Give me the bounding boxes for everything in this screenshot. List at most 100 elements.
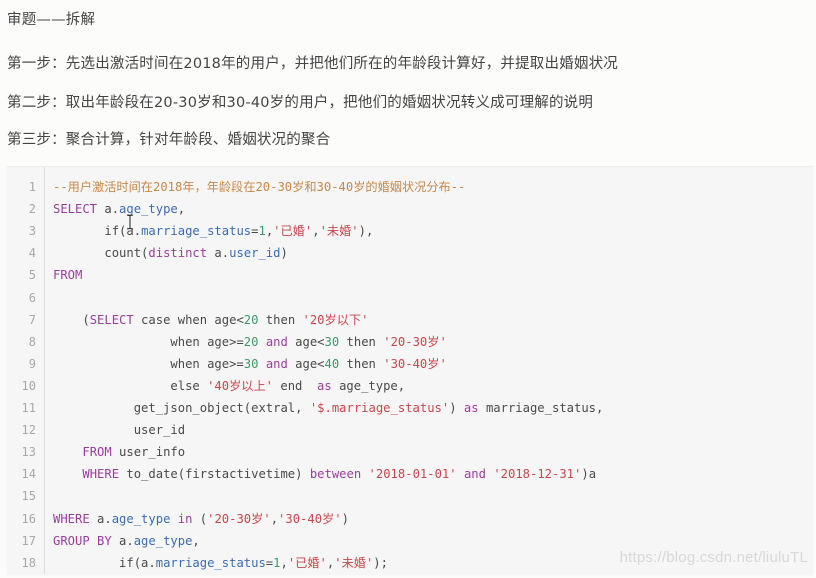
section-heading: 审题——拆解 bbox=[7, 12, 96, 28]
code-line: 6 bbox=[7, 287, 813, 309]
code-line: 7 (SELECT case when age<20 then '20岁以下' bbox=[7, 309, 813, 331]
line-number: 14 bbox=[21, 467, 36, 482]
code-text: ) bbox=[280, 246, 288, 261]
code-text: when age>= bbox=[53, 356, 244, 371]
code-keyword: in bbox=[177, 511, 193, 526]
line-number: 7 bbox=[28, 312, 36, 327]
watermark: https://blog.csdn.net/liuluTL bbox=[619, 549, 808, 566]
code-comment: --用户激活时间在2018年，年龄段在20-30岁和30-40岁的婚姻状况分布-… bbox=[53, 180, 466, 194]
code-text: )a bbox=[581, 467, 597, 482]
code-text: count( bbox=[53, 246, 149, 261]
code-number: 40 bbox=[324, 356, 340, 371]
code-text: marriage_status, bbox=[478, 401, 604, 415]
code-identifier: age_type bbox=[111, 511, 171, 526]
code-keyword: as bbox=[463, 401, 479, 415]
step-2-text: 第二步：取出年龄段在20-30岁和30-40岁的用户，把他们的婚姻状况转义成可理… bbox=[7, 95, 594, 111]
code-keyword: between bbox=[309, 467, 362, 482]
code-source: if(a.marriage_status=1,'已婚','未婚'); bbox=[53, 552, 388, 574]
code-text: end bbox=[273, 378, 318, 393]
code-source: (SELECT case when age<20 then '20岁以下' bbox=[53, 309, 368, 331]
code-keyword: FROM bbox=[82, 445, 112, 460]
code-text: then bbox=[339, 334, 384, 349]
code-keyword: distinct bbox=[148, 246, 208, 261]
code-text: , bbox=[270, 511, 279, 526]
code-keyword: WHERE bbox=[53, 511, 90, 526]
code-text: user_id bbox=[53, 423, 186, 438]
code-string: '2018-01-01' bbox=[368, 467, 457, 482]
line-number: 1 bbox=[28, 180, 36, 194]
code-string: '未婚' bbox=[334, 555, 374, 570]
code-keyword: GROUP BY bbox=[53, 533, 112, 548]
code-text: age< bbox=[287, 334, 325, 349]
line-number: 3 bbox=[28, 224, 36, 239]
code-line: 12 user_id bbox=[7, 419, 813, 441]
code-text: , bbox=[192, 533, 200, 548]
code-text: to_date(firstactivetime) bbox=[119, 467, 310, 482]
code-text: case when age< bbox=[133, 312, 244, 327]
line-number: 9 bbox=[28, 356, 36, 371]
code-line: 5 FROM bbox=[7, 264, 813, 286]
code-source: --用户激活时间在2018年，年龄段在20-30岁和30-40岁的婚姻状况分布-… bbox=[53, 176, 465, 198]
code-text: ) bbox=[341, 511, 349, 526]
line-number: 18 bbox=[21, 555, 36, 570]
code-text: when age>= bbox=[53, 334, 244, 349]
code-line: 4 count(distinct a.user_id) bbox=[7, 242, 813, 264]
code-keyword: SELECT bbox=[89, 312, 134, 327]
code-source: FROM user_info bbox=[53, 441, 185, 463]
line-number: 8 bbox=[28, 334, 36, 349]
code-source: get_json_object(extral, '$.marriage_stat… bbox=[53, 397, 604, 419]
code-text: then bbox=[339, 356, 384, 371]
code-text: then bbox=[258, 312, 303, 327]
code-text: a. bbox=[97, 202, 120, 217]
code-text: a. bbox=[111, 533, 134, 548]
code-source: user_id bbox=[53, 419, 185, 441]
code-string: '已婚' bbox=[287, 555, 327, 570]
code-text: age_type, bbox=[331, 378, 406, 393]
code-text: ( bbox=[53, 312, 90, 327]
code-text: age< bbox=[287, 356, 325, 371]
code-source: else '40岁以上' end as age_type, bbox=[53, 375, 405, 397]
line-number: 2 bbox=[28, 202, 36, 217]
code-text: a. bbox=[89, 511, 112, 526]
line-number: 13 bbox=[21, 445, 36, 460]
code-source: count(distinct a.user_id) bbox=[53, 242, 288, 264]
code-source: GROUP BY a.age_type, bbox=[53, 530, 200, 552]
step-1-text: 第一步：先选出激活时间在2018年的用户，并把他们所在的年龄段计算好，并提取出婚… bbox=[7, 56, 618, 72]
code-text: , bbox=[312, 224, 320, 239]
code-identifier: age_type bbox=[133, 533, 193, 548]
code-string: '30-40岁' bbox=[278, 511, 342, 526]
code-identifier: user_id bbox=[229, 246, 281, 261]
code-source: SELECT a.age_type, bbox=[53, 198, 185, 220]
code-identifier: marriage_status bbox=[141, 224, 252, 239]
line-number: 4 bbox=[28, 246, 36, 261]
line-number: 12 bbox=[21, 423, 36, 438]
line-number: 10 bbox=[21, 378, 36, 393]
code-identifier: marriage_status bbox=[155, 555, 266, 570]
code-line: 13 FROM user_info bbox=[7, 441, 813, 463]
code-string: '2018-12-31' bbox=[493, 467, 582, 482]
code-text: get_json_object(extral, bbox=[53, 401, 310, 415]
code-text: ) bbox=[449, 401, 464, 415]
code-line: 1 --用户激活时间在2018年，年龄段在20-30岁和30-40岁的婚姻状况分布… bbox=[7, 176, 813, 198]
code-keyword: WHERE bbox=[82, 467, 120, 482]
code-text: ); bbox=[373, 555, 388, 570]
code-text: , bbox=[280, 555, 288, 570]
code-number: 30 bbox=[243, 356, 259, 371]
line-number: 6 bbox=[28, 290, 36, 305]
code-string: '40岁以上' bbox=[207, 378, 274, 393]
code-string: '30-40岁' bbox=[383, 356, 447, 371]
code-source: WHERE to_date(firstactivetime) between '… bbox=[53, 463, 596, 485]
code-text: user_info bbox=[111, 445, 186, 460]
code-keyword: SELECT bbox=[53, 202, 98, 217]
code-text: ), bbox=[358, 224, 374, 239]
line-number: 11 bbox=[21, 401, 36, 415]
code-source: WHERE a.age_type in ('20-30岁','30-40岁') bbox=[53, 508, 349, 530]
code-text: ( bbox=[192, 511, 208, 526]
code-string: '20岁以下' bbox=[302, 312, 369, 327]
code-text: if(a. bbox=[53, 555, 156, 570]
code-source: if(a.marriage_status=1,'已婚','未婚'), bbox=[53, 220, 373, 242]
